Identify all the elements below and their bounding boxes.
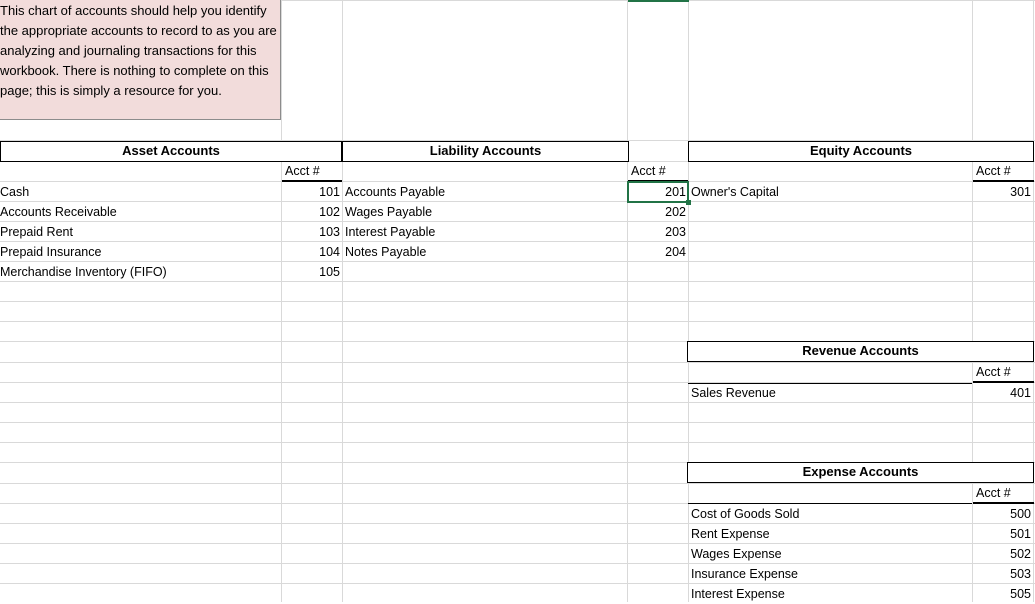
liability-row-number[interactable]: 203 [628, 222, 686, 242]
expense-row-name[interactable]: Cost of Goods Sold [691, 504, 971, 524]
asset-row-name[interactable]: Accounts Receivable [0, 202, 280, 222]
gridline [342, 0, 343, 602]
asset-row-name[interactable]: Merchandise Inventory (FIFO) [0, 262, 280, 282]
gridline [0, 483, 1035, 484]
expense-row-name[interactable]: Wages Expense [691, 544, 971, 564]
asset-row-name[interactable]: Cash [0, 182, 280, 202]
equity-accounts-header[interactable]: Equity Accounts [688, 141, 1034, 162]
gridline [0, 321, 1035, 322]
revenue-acct-label[interactable]: Acct # [973, 363, 1034, 383]
liability-accounts-header[interactable]: Liability Accounts [342, 141, 629, 162]
asset-row-number[interactable]: 105 [282, 262, 340, 282]
liability-row-name[interactable]: Notes Payable [345, 242, 625, 262]
asset-accounts-header[interactable]: Asset Accounts [0, 141, 342, 162]
expense-accounts-header[interactable]: Expense Accounts [687, 462, 1034, 483]
asset-row-name[interactable]: Prepaid Insurance [0, 242, 280, 262]
gridline [627, 0, 628, 602]
equity-row-name[interactable]: Owner's Capital [691, 182, 971, 202]
expense-row-number[interactable]: 505 [973, 584, 1031, 604]
revenue-accounts-header[interactable]: Revenue Accounts [687, 341, 1034, 362]
gridline [0, 422, 1035, 423]
gridline [0, 301, 1035, 302]
expense-underline [688, 493, 972, 504]
asset-row-number[interactable]: 101 [282, 182, 340, 202]
asset-row-number[interactable]: 104 [282, 242, 340, 262]
gridline [0, 362, 1035, 363]
expense-row-name[interactable]: Insurance Expense [691, 564, 971, 584]
asset-row-number[interactable]: 102 [282, 202, 340, 222]
asset-row-number[interactable]: 103 [282, 222, 340, 242]
expense-row-number[interactable]: 501 [973, 524, 1031, 544]
liability-row-name[interactable]: Wages Payable [345, 202, 625, 222]
liability-row-number[interactable]: 202 [628, 202, 686, 222]
liability-row-number[interactable]: 204 [628, 242, 686, 262]
selected-column-marker [628, 0, 689, 2]
expense-acct-label[interactable]: Acct # [973, 484, 1034, 504]
active-cell-selection[interactable] [627, 181, 689, 203]
expense-row-number[interactable]: 503 [973, 564, 1031, 584]
liability-row-name[interactable]: Accounts Payable [345, 182, 625, 202]
equity-acct-label[interactable]: Acct # [973, 162, 1034, 182]
expense-row-number[interactable]: 502 [973, 544, 1031, 564]
asset-row-name[interactable]: Prepaid Rent [0, 222, 280, 242]
revenue-row-number[interactable]: 401 [973, 383, 1031, 403]
asset-acct-label[interactable]: Acct # [282, 162, 342, 182]
expense-row-name[interactable]: Rent Expense [691, 524, 971, 544]
liability-acct-label[interactable]: Acct # [628, 162, 688, 182]
expense-row-name[interactable]: Interest Expense [691, 584, 971, 604]
instruction-note[interactable]: This chart of accounts should help you i… [0, 0, 281, 120]
gridline [281, 0, 282, 602]
gridline [1033, 0, 1034, 602]
liability-row-name[interactable]: Interest Payable [345, 222, 625, 242]
revenue-row-name[interactable]: Sales Revenue [691, 383, 971, 403]
expense-row-number[interactable]: 500 [973, 504, 1031, 524]
equity-row-number[interactable]: 301 [973, 182, 1031, 202]
gridline [688, 0, 689, 602]
gridline [0, 442, 1035, 443]
